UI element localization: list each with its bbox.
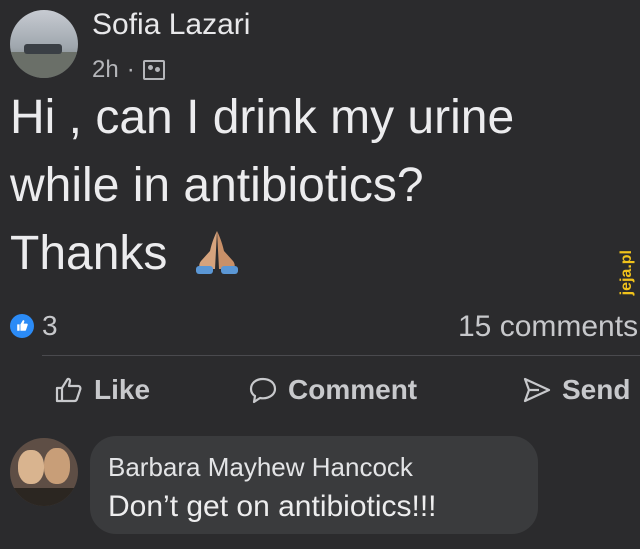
comments-count[interactable]: 15 comments bbox=[458, 310, 638, 344]
send-label: Send bbox=[562, 374, 631, 405]
commenter-avatar[interactable] bbox=[10, 438, 78, 506]
reaction-count: 3 bbox=[42, 310, 58, 341]
post-line-3-text: Thanks bbox=[10, 227, 168, 281]
audience-icon[interactable] bbox=[142, 60, 165, 80]
comment-button[interactable]: Comment bbox=[248, 370, 417, 410]
comment-text: Don’t get on antibiotics!!! bbox=[108, 490, 437, 523]
avatar-person-1 bbox=[18, 450, 44, 484]
thumbs-up-icon bbox=[55, 377, 82, 403]
actions-divider bbox=[42, 355, 640, 356]
comment-bubble[interactable]: Barbara Mayhew Hancock Don’t get on anti… bbox=[90, 436, 538, 534]
avatar-background bbox=[10, 52, 78, 78]
post-author-name[interactable]: Sofia Lazari bbox=[92, 8, 250, 42]
watermark: jeja.pl bbox=[618, 250, 635, 296]
send-arrow-icon bbox=[523, 377, 551, 403]
post-time[interactable]: 2h bbox=[92, 56, 119, 84]
avatar-car-shape bbox=[24, 44, 62, 54]
post-line-1: Hi , can I drink my urine bbox=[10, 91, 515, 144]
comment-label: Comment bbox=[288, 374, 418, 405]
comment-author-name[interactable]: Barbara Mayhew Hancock bbox=[108, 452, 413, 483]
like-label: Like bbox=[94, 374, 151, 405]
post-meta: 2h · bbox=[92, 56, 165, 84]
post-line-3: Thanks bbox=[10, 220, 610, 288]
post-body: Hi , can I drink my urine while in antib… bbox=[10, 84, 610, 288]
post-line-2: while in antibiotics? bbox=[10, 159, 424, 213]
send-button[interactable]: Send bbox=[522, 370, 630, 410]
avatar-clothing bbox=[10, 488, 78, 506]
like-button[interactable]: Like bbox=[54, 370, 150, 410]
avatar-person-2 bbox=[44, 448, 70, 484]
meta-separator: · bbox=[126, 56, 135, 83]
post-author-avatar[interactable] bbox=[10, 10, 78, 78]
like-reaction-icon bbox=[10, 314, 34, 338]
reaction-summary[interactable]: 3 bbox=[10, 310, 58, 342]
comment-bubble-icon bbox=[249, 377, 277, 404]
folded-hands-icon bbox=[195, 231, 238, 275]
